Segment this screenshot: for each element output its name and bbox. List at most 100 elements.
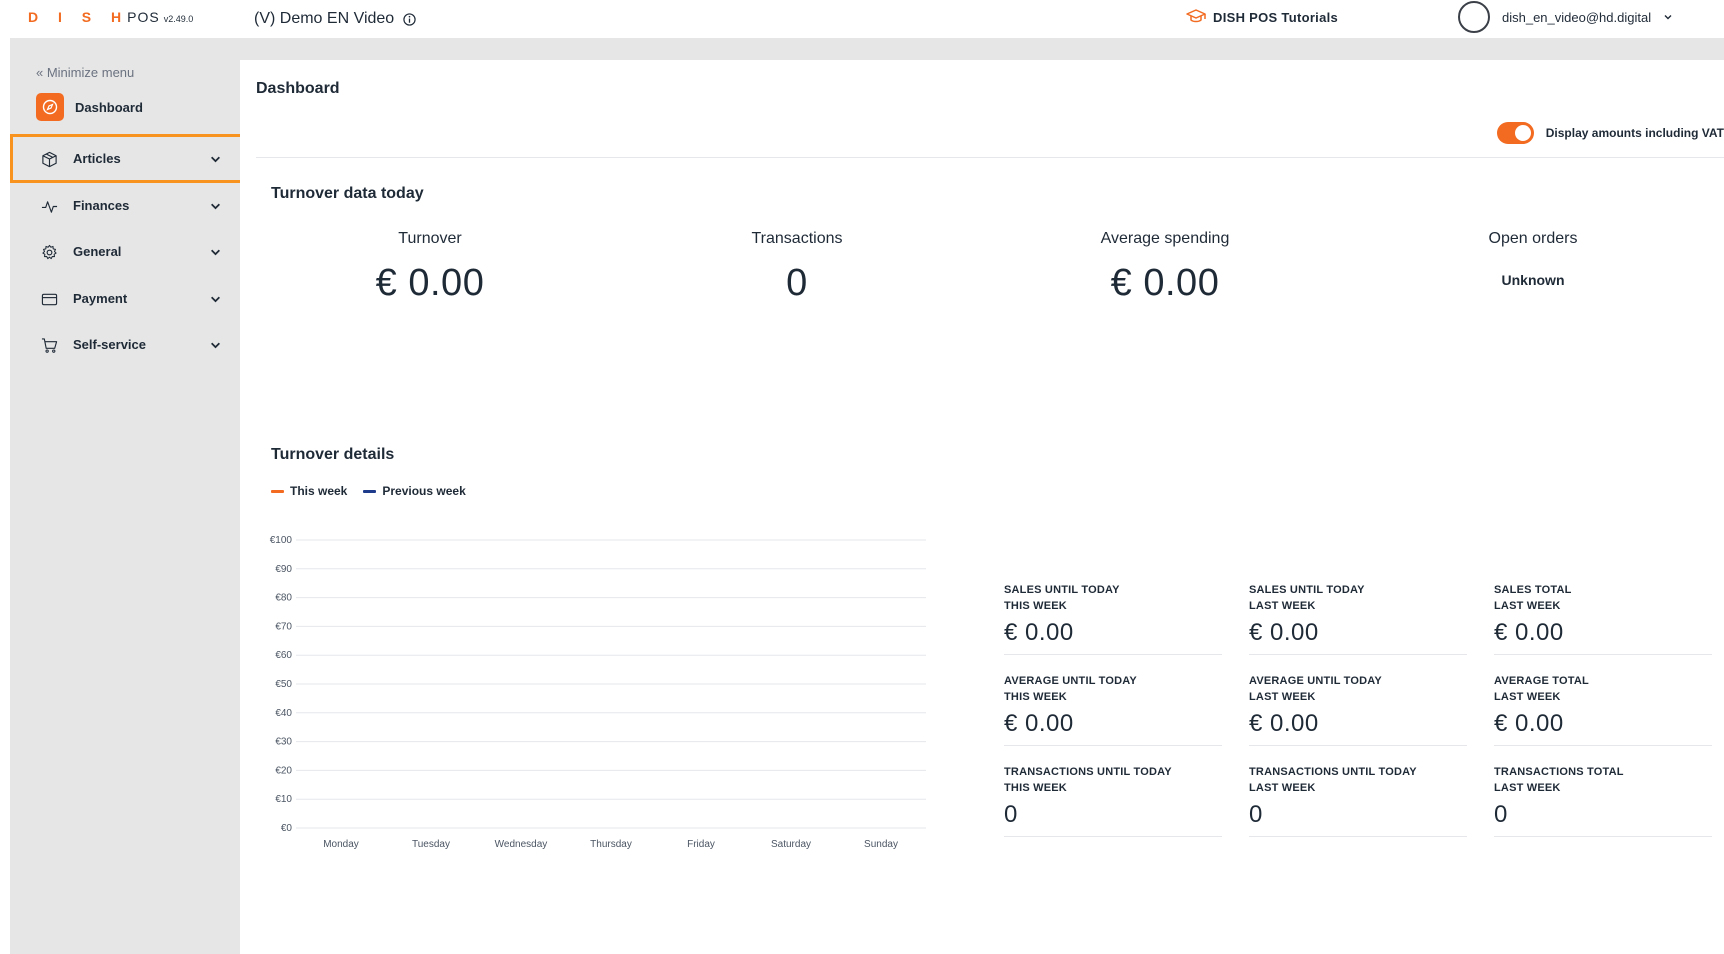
kpi-open-orders: Open orders Unknown	[1383, 230, 1683, 288]
sidebar-item-label: Dashboard	[75, 99, 143, 115]
user-email: dish_en_video@hd.digital	[1502, 9, 1652, 25]
x-tick-label: Thursday	[590, 839, 632, 850]
today-section-title: Turnover data today	[271, 185, 424, 202]
stat-sublabel: LAST WEEK	[1494, 782, 1561, 794]
header-strip	[10, 38, 1724, 60]
x-tick-label: Saturday	[771, 839, 811, 850]
stat-average-until-today-last-week: AVERAGE UNTIL TODAY LAST WEEK € 0.00	[1249, 673, 1467, 746]
version-label: v2.49.0	[163, 14, 194, 24]
legend-item-previous-week[interactable]: Previous week	[363, 484, 466, 498]
stat-value: 0	[1004, 801, 1018, 828]
sidebar-item-finances[interactable]: Finances	[10, 183, 240, 229]
stat-value: € 0.00	[1004, 619, 1074, 646]
stat-label: AVERAGE UNTIL TODAY	[1249, 675, 1382, 687]
brand-pos: POS	[127, 9, 160, 25]
chart-legend: This week Previous week	[271, 484, 466, 498]
top-bar: D I S H POS v2.49.0 (V) Demo EN Video DI…	[0, 0, 1724, 38]
y-tick-label: €70	[275, 621, 292, 632]
stat-value: 0	[1249, 801, 1263, 828]
sidebar-item-label: Payment	[73, 291, 128, 306]
venue-selector[interactable]: (V) Demo EN Video	[254, 10, 416, 28]
kpi-value: € 0.00	[375, 262, 485, 304]
y-tick-label: €50	[275, 679, 292, 690]
stat-sales-until-today-this-week: SALES UNTIL TODAY THIS WEEK € 0.00	[1004, 582, 1222, 655]
y-tick-label: €100	[270, 535, 293, 546]
y-tick-label: €90	[275, 564, 292, 575]
stat-sublabel: THIS WEEK	[1004, 600, 1067, 612]
stat-label: AVERAGE TOTAL	[1494, 675, 1589, 687]
kpi-label: Turnover	[398, 230, 462, 247]
stat-average-until-today-this-week: AVERAGE UNTIL TODAY THIS WEEK € 0.00	[1004, 673, 1222, 746]
y-tick-label: €30	[275, 737, 292, 748]
y-tick-label: €40	[275, 708, 292, 719]
brand-logo[interactable]: D I S H POS v2.49.0	[28, 9, 193, 25]
gear-icon	[42, 244, 57, 260]
vat-toggle-row: Display amounts including VAT	[1496, 122, 1724, 144]
stat-label: SALES UNTIL TODAY	[1249, 584, 1365, 596]
divider	[256, 157, 1724, 158]
kpi-transactions: Transactions 0	[647, 230, 947, 305]
y-tick-label: €80	[275, 593, 292, 604]
main-content: Dashboard Display amounts including VAT …	[240, 60, 1724, 954]
legend-swatch	[363, 489, 377, 493]
stat-value: € 0.00	[1004, 710, 1074, 737]
sidebar-item-label: Self-service	[73, 337, 146, 352]
vat-label: Display amounts including VAT	[1545, 126, 1724, 140]
user-menu[interactable]: dish_en_video@hd.digital	[1458, 1, 1673, 33]
stat-sales-total-last-week: SALES TOTAL LAST WEEK € 0.00	[1494, 582, 1712, 655]
sidebar-item-label: Finances	[73, 198, 130, 213]
info-icon[interactable]	[403, 12, 416, 26]
sidebar-item-general[interactable]: General	[10, 229, 240, 275]
brand-dish: D I S H	[28, 9, 130, 25]
y-tick-label: €0	[281, 823, 293, 834]
pulse-icon	[41, 201, 58, 213]
stat-sublabel: LAST WEEK	[1249, 600, 1316, 612]
x-tick-label: Monday	[323, 839, 359, 850]
legend-swatch	[271, 489, 284, 493]
chevron-down-icon	[211, 342, 220, 349]
stat-transactions-until-today-last-week: TRANSACTIONS UNTIL TODAY LAST WEEK 0	[1249, 764, 1467, 837]
stat-value: € 0.00	[1249, 619, 1319, 646]
page-title: Dashboard	[256, 80, 340, 97]
kpi-turnover: Turnover € 0.00	[280, 230, 580, 305]
x-tick-label: Wednesday	[495, 839, 548, 850]
stat-sublabel: LAST WEEK	[1494, 691, 1561, 703]
legend-item-this-week[interactable]: This week	[271, 484, 347, 498]
x-tick-label: Tuesday	[412, 839, 450, 850]
stat-label: SALES TOTAL	[1494, 584, 1572, 596]
stat-sublabel: LAST WEEK	[1494, 600, 1561, 612]
chevron-down-icon	[211, 296, 220, 303]
stat-sublabel: LAST WEEK	[1249, 691, 1316, 703]
stat-label: TRANSACTIONS UNTIL TODAY	[1249, 766, 1417, 778]
stat-label: TRANSACTIONS TOTAL	[1494, 766, 1624, 778]
sidebar-item-self-service[interactable]: Self-service	[10, 322, 240, 368]
legend-label: This week	[290, 484, 348, 498]
kpi-value: 0	[786, 262, 808, 304]
articles-highlight-frame	[10, 134, 246, 183]
stat-value: € 0.00	[1249, 710, 1319, 737]
stat-value: € 0.00	[1494, 619, 1564, 646]
legend-label: Previous week	[382, 484, 466, 498]
stat-transactions-total-last-week: TRANSACTIONS TOTAL LAST WEEK 0	[1494, 764, 1712, 837]
stat-value: 0	[1494, 801, 1508, 828]
stat-value: € 0.00	[1494, 710, 1564, 737]
chevron-down-icon	[211, 249, 220, 256]
tutorials-link[interactable]: DISH POS Tutorials	[1186, 9, 1338, 25]
kpi-label: Average spending	[1100, 230, 1230, 247]
chevron-down-icon	[211, 203, 220, 210]
stat-label: AVERAGE UNTIL TODAY	[1004, 675, 1137, 687]
kpi-label: Transactions	[751, 230, 843, 247]
minimize-menu-button[interactable]: « Minimize menu	[36, 65, 134, 80]
vat-toggle[interactable]	[1496, 122, 1534, 144]
kpi-value: € 0.00	[1110, 262, 1220, 304]
kpi-value: Unknown	[1501, 272, 1565, 288]
x-tick-label: Sunday	[864, 839, 898, 850]
chevron-down-icon	[1664, 15, 1672, 20]
avatar[interactable]	[1458, 1, 1490, 33]
y-tick-label: €10	[275, 794, 292, 805]
details-section-title: Turnover details	[271, 446, 395, 463]
sidebar-item-dashboard[interactable]: Dashboard	[36, 93, 143, 121]
x-tick-label: Friday	[687, 839, 715, 850]
sidebar-item-payment[interactable]: Payment	[10, 276, 240, 322]
stat-label: TRANSACTIONS UNTIL TODAY	[1004, 766, 1172, 778]
